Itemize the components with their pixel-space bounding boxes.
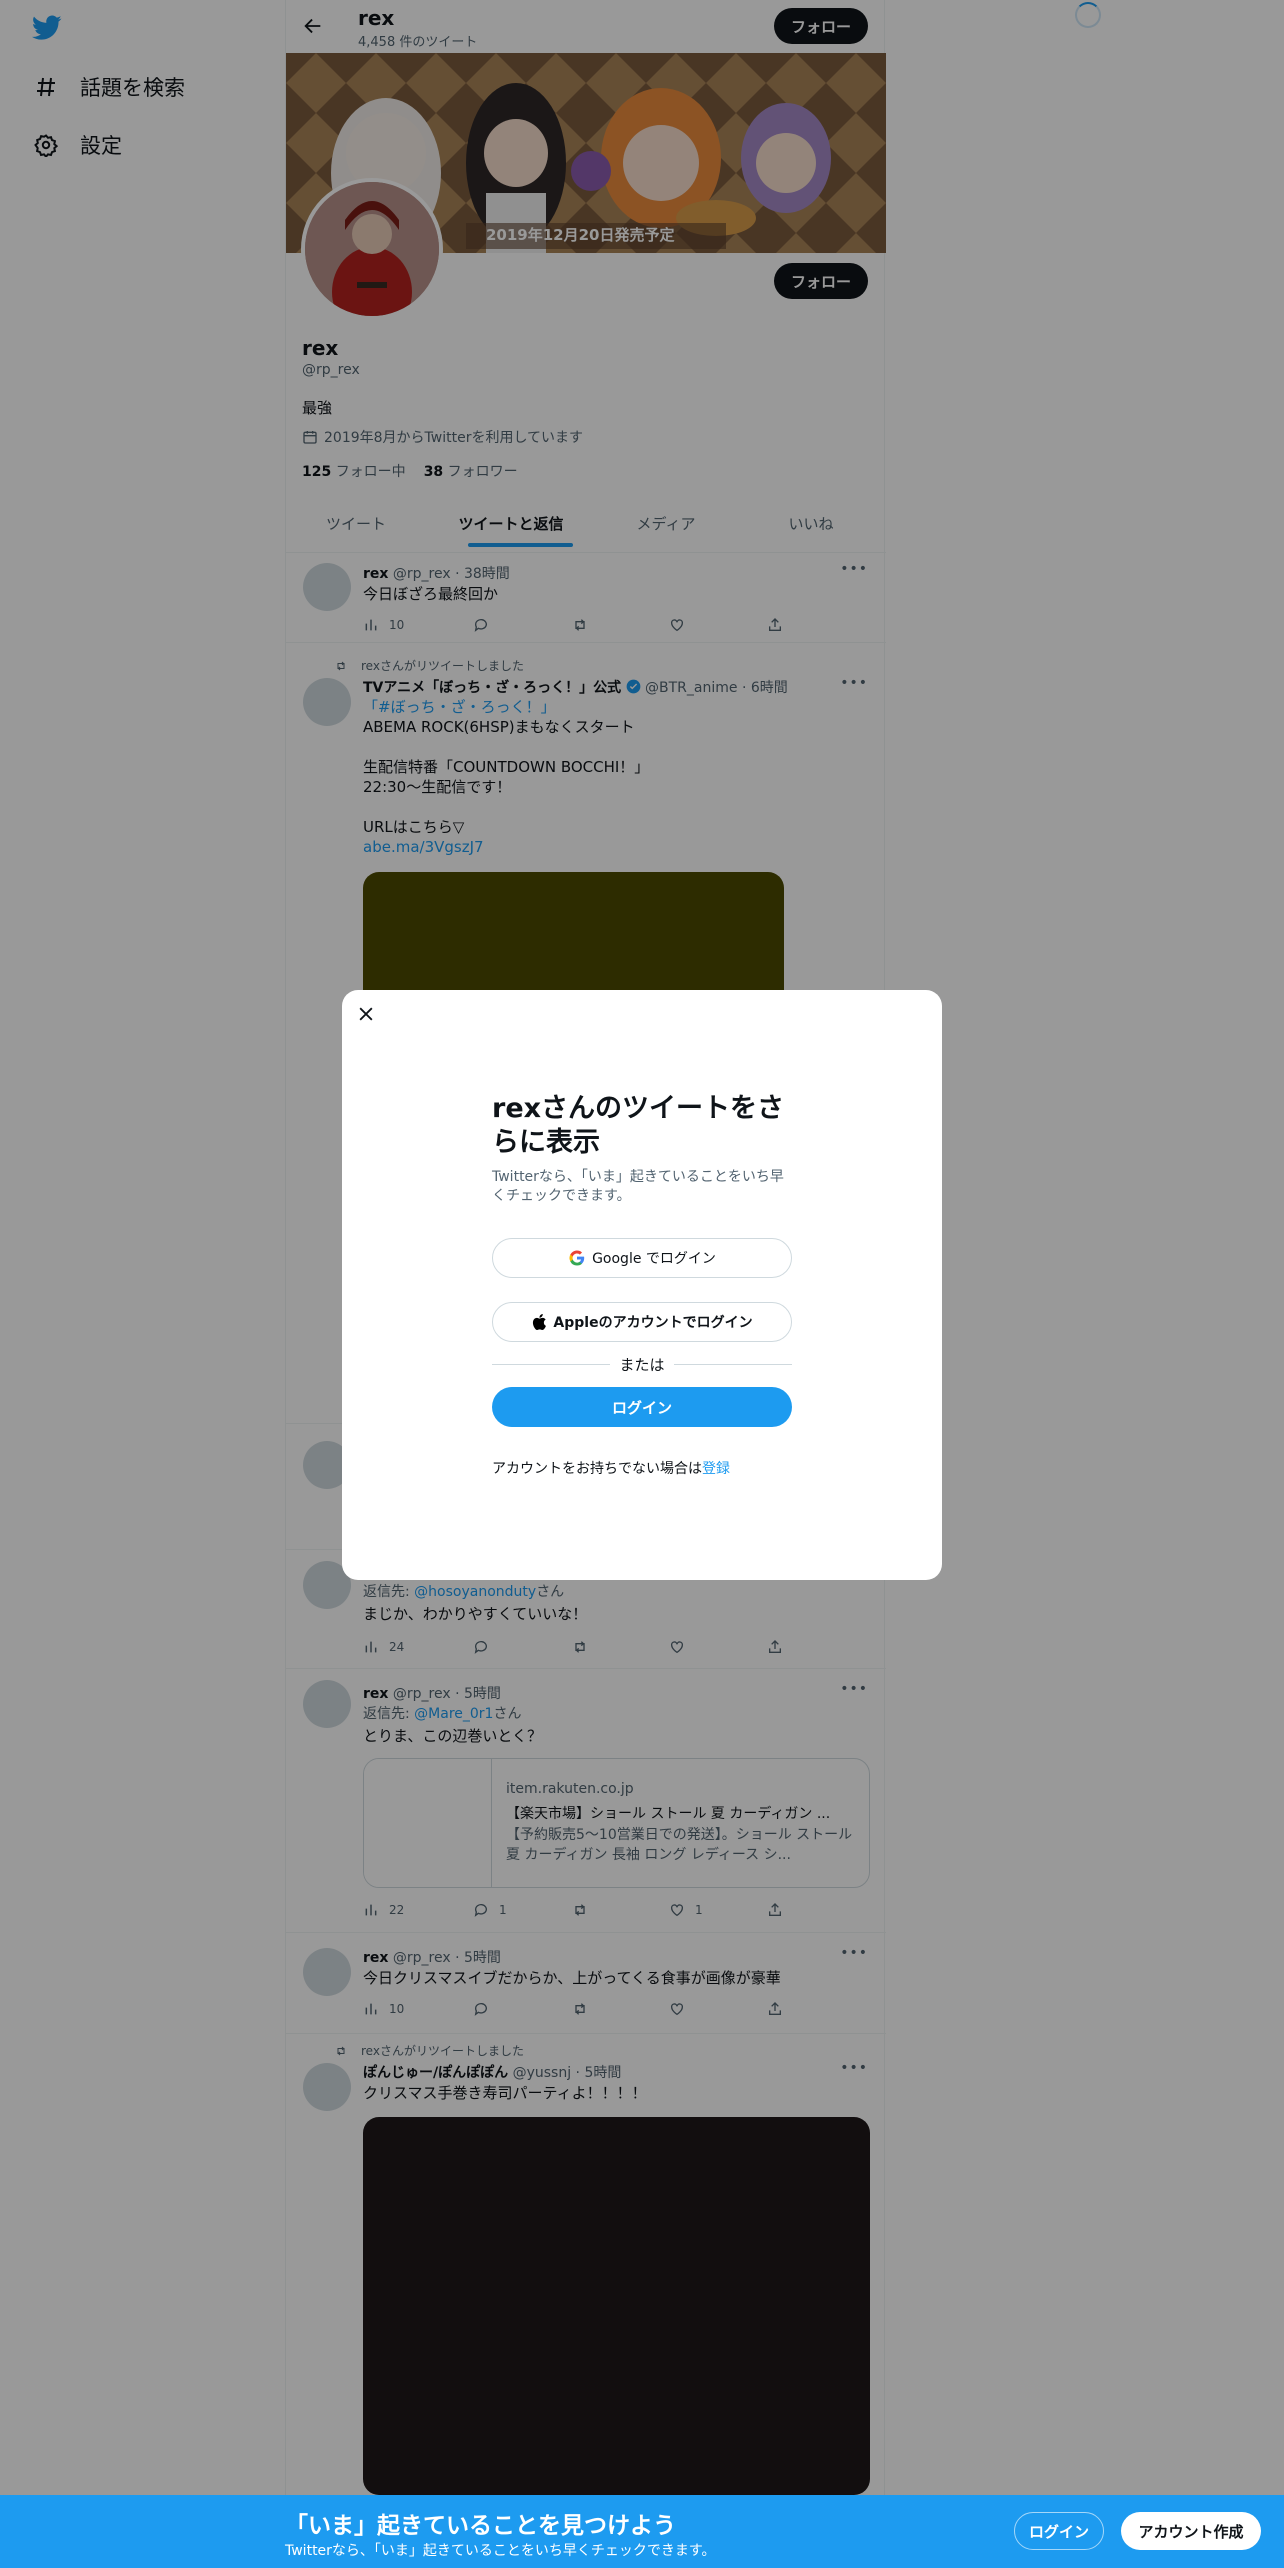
login-button[interactable]: ログイン xyxy=(492,1387,792,1427)
close-icon[interactable] xyxy=(356,1004,376,1024)
apple-login-label: Appleのアカウントでログイン xyxy=(553,1315,753,1331)
google-icon xyxy=(568,1249,586,1267)
bottom-bar-subtitle: Twitterなら、「いま」起きていることをいち早くチェックできます。 xyxy=(285,2543,716,2559)
apple-icon xyxy=(531,1313,547,1331)
modal-title: rexさんのツイートをさらに表示 xyxy=(492,1093,785,1158)
bottom-bar-title: 「いま」起きていることを見つけよう xyxy=(285,2513,676,2539)
bottom-signup-bar: 「いま」起きていることを見つけよう Twitterなら、「いま」起きていることを… xyxy=(0,2495,1284,2568)
signup-prompt-text: アカウントをお持ちでない場合は xyxy=(492,1461,702,1477)
google-login-label: Google でログイン xyxy=(592,1251,716,1267)
modal-subtitle: Twitterなら、「いま」起きていることをいち早くチェックできます。 xyxy=(492,1169,784,1204)
signup-link[interactable]: 登録 xyxy=(702,1461,730,1477)
signup-prompt: アカウントをお持ちでない場合は登録 xyxy=(492,1458,730,1478)
bottom-signup-button[interactable]: アカウント作成 xyxy=(1121,2512,1261,2550)
apple-login-button[interactable]: Appleのアカウントでログイン xyxy=(492,1302,792,1342)
google-login-button[interactable]: Google でログイン xyxy=(492,1238,792,1278)
or-divider: または xyxy=(492,1354,792,1374)
login-modal: rexさんのツイートをさらに表示 Twitterなら、「いま」起きていることをい… xyxy=(342,990,942,1580)
bottom-login-button[interactable]: ログイン xyxy=(1014,2512,1104,2550)
